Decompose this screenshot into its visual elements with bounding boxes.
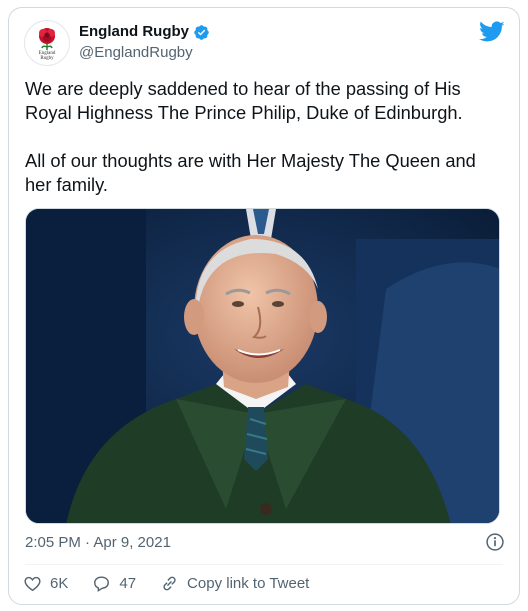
tweet-paragraph-2: All of our thoughts are with Her Majesty… (25, 150, 476, 195)
copy-link-button[interactable]: Copy link to Tweet (160, 574, 309, 593)
handle[interactable]: @EnglandRugby (79, 43, 210, 63)
tweet-timestamp[interactable]: 2:05 PM · Apr 9, 2021 (25, 533, 171, 553)
avatar-text-line2: Rugby (40, 56, 54, 61)
divider (25, 564, 503, 565)
reply-button[interactable]: 47 (92, 574, 136, 593)
reply-icon (94, 575, 110, 592)
twitter-bird-icon[interactable] (479, 21, 505, 43)
tweet-card: England Rugby England Rugby @EnglandRugb… (8, 7, 520, 605)
photo-illustration (26, 209, 499, 523)
avatar[interactable]: England Rugby (24, 20, 70, 66)
tweet-photo[interactable] (25, 208, 500, 524)
display-name[interactable]: England Rugby (79, 22, 189, 42)
tweet-text: We are deeply saddened to hear of the pa… (25, 77, 505, 197)
verified-badge-icon (194, 24, 209, 40)
heart-icon (24, 576, 41, 591)
link-icon (163, 576, 176, 590)
reply-count: 47 (119, 574, 137, 592)
info-icon[interactable] (485, 532, 505, 552)
like-button[interactable]: 6K (23, 574, 68, 593)
author-block: England Rugby @EnglandRugby (79, 22, 210, 63)
tweet-paragraph-1: We are deeply saddened to hear of the pa… (25, 78, 463, 123)
display-name-row[interactable]: England Rugby (79, 22, 210, 42)
like-count: 6K (50, 574, 69, 592)
copy-link-label: Copy link to Tweet (187, 574, 310, 592)
action-bar: 6K 47 Copy link to Tweet (23, 571, 309, 595)
england-rose-icon (39, 28, 55, 50)
